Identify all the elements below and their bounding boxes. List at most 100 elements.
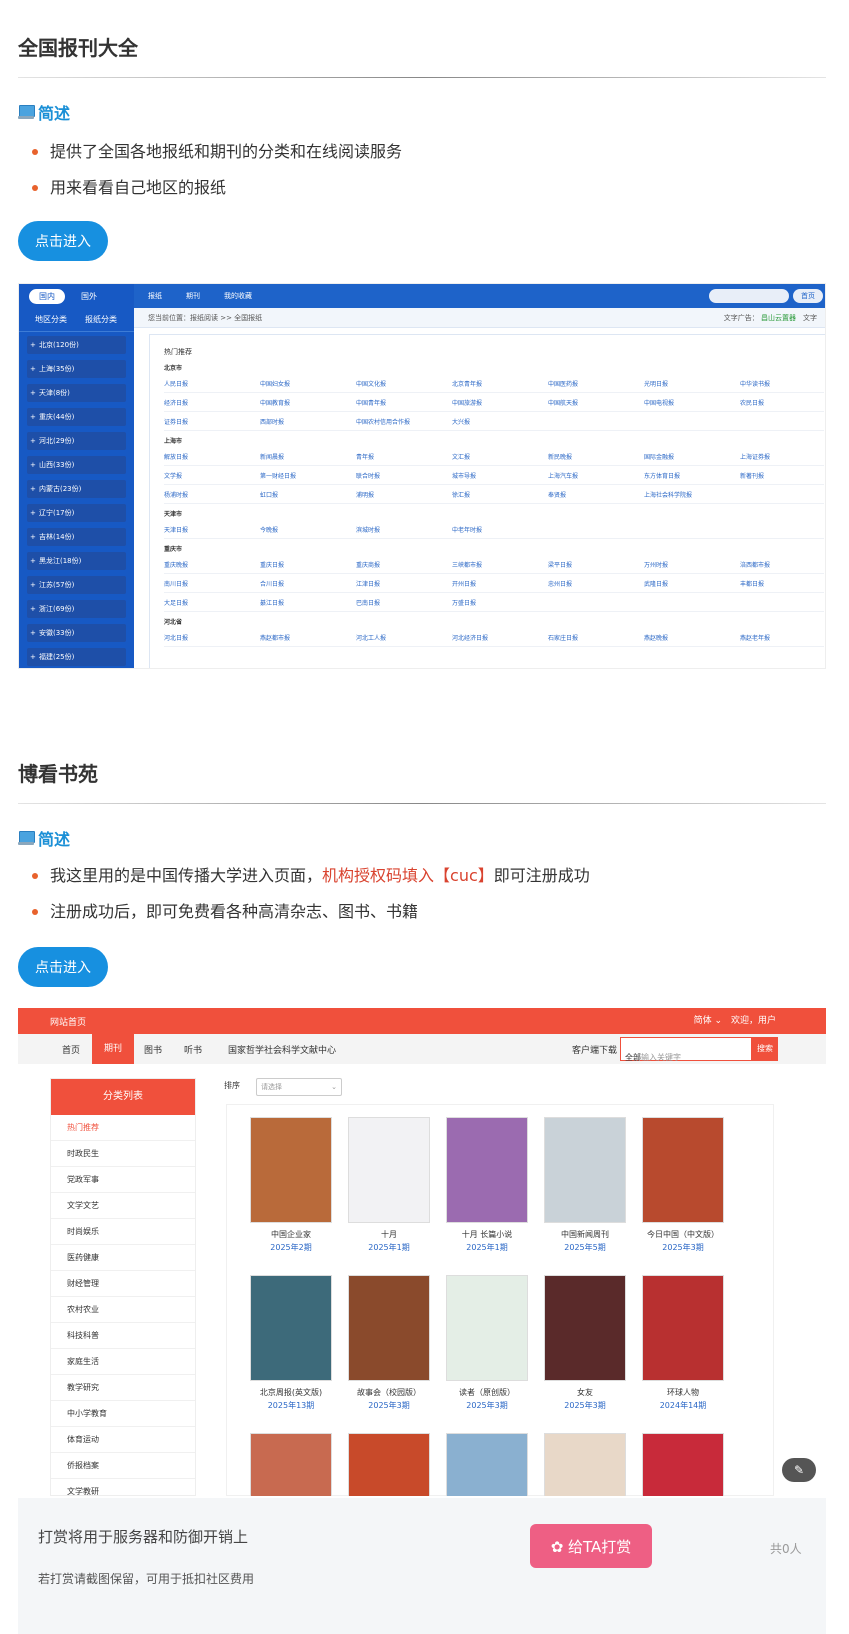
newspaper-link: 河北工人报 (356, 635, 387, 642)
enter-button[interactable]: 点击进入 (18, 221, 108, 261)
province-item: 福建(25份) (27, 648, 126, 666)
site-topbar: 网站首页 简体 ⌄ 欢迎，用户 (18, 1008, 826, 1034)
newspaper-link: 燕赵晚报 (644, 635, 669, 642)
magazine-cover (250, 1117, 332, 1223)
newspaper-link: 浦明报 (356, 492, 375, 499)
magazine-item: 读者（原创版） 2025年3期 (437, 1275, 537, 1411)
province-item: 江苏(57份) (27, 576, 126, 594)
summary-heading: 简述 (18, 100, 70, 124)
newspaper-row: 天津日报 今晚报 滨城时报 中老年时报 (164, 521, 824, 539)
newspaper-link: 重庆晚报 (164, 562, 189, 569)
newspaper-link: 南川日报 (164, 581, 189, 588)
divider (18, 803, 826, 804)
newspaper-link: 虹口报 (260, 492, 279, 499)
city-label: 天津市 (164, 511, 183, 518)
newspaper-link: 中国医药报 (548, 381, 579, 388)
magic-wand-icon[interactable]: ✎ (782, 1458, 816, 1482)
computer-icon (18, 831, 35, 845)
reward-title: 打赏将用于服务器和防御开销上 (38, 1528, 249, 1546)
category-item: 文学教研 (51, 1479, 195, 1496)
newspaper-link: 中国妇女报 (260, 381, 291, 388)
sort-label: 排序 (224, 1081, 240, 1090)
hot-label: 热门推荐 (164, 348, 192, 356)
magazine-issue: 2025年1期 (466, 1243, 508, 1252)
newspaper-row: 重庆晚报 重庆日报 重庆商报 三峡都市报 梁平日报 万州时报 涪西都市报 (164, 556, 824, 574)
newspaper-link: 河北日报 (164, 635, 189, 642)
newspaper-row: 河北日报 燕赵都市报 河北工人报 河北经济日报 石家庄日报 燕赵晚报 燕赵老年报 (164, 629, 824, 647)
list-item: 我这里用的是中国传播大学进入页面，机构授权码填入【cuc】即可注册成功 (30, 858, 590, 894)
newspaper-link: 经济日报 (164, 400, 189, 407)
category-item: 文学文艺 (51, 1193, 195, 1219)
reward-button[interactable]: ✿ 给TA打赏 (530, 1524, 652, 1568)
category-item: 科技科普 (51, 1323, 195, 1349)
province-item: 天津(8份) (27, 384, 126, 402)
newspaper-link: 燕赵老年报 (740, 635, 771, 642)
magazine-cover (642, 1275, 724, 1381)
category-item: 农村农业 (51, 1297, 195, 1323)
newspaper-link: 中华读书报 (740, 381, 771, 388)
newspaper-link: 重庆日报 (260, 562, 285, 569)
category-item: 医药健康 (51, 1245, 195, 1271)
category-item: 体育运动 (51, 1427, 195, 1453)
category-header: 分类列表 (51, 1079, 195, 1115)
magazine-cover (348, 1117, 430, 1223)
newspaper-link: 三峡都市报 (452, 562, 483, 569)
magazine-item: 女友 2025年3期 (535, 1275, 635, 1411)
newspaper-link: 徐汇报 (452, 492, 471, 499)
breadcrumb-text: 您当前位置：报纸阅读 >> 全国报纸 (148, 314, 263, 322)
magazine-cover (544, 1433, 626, 1496)
section-title: 博看书苑 (18, 762, 98, 786)
newspaper-link: 梁平日报 (548, 562, 573, 569)
newspaper-link: 证券日报 (164, 419, 189, 426)
text: 我这里用的是中国传播大学进入页面， (50, 866, 323, 885)
client-download: 客户端下载 (572, 1046, 618, 1056)
magazine-issue: 2025年2期 (270, 1243, 312, 1252)
magazine-item: 环球人物 2024年14期 (633, 1275, 733, 1411)
category-item: 中小学教育 (51, 1401, 195, 1427)
search-box (709, 289, 789, 303)
newspaper-link: 新著刊报 (740, 473, 765, 480)
tab-type: 报纸分类 (85, 315, 117, 324)
enter-button[interactable]: 点击进入 (18, 947, 108, 987)
magazine-item: 北京周报(英文版) 2025年13期 (241, 1275, 341, 1411)
magazine-cover (446, 1433, 528, 1496)
newspaper-link: 文汇报 (452, 454, 471, 461)
list-item: 用来看看自己地区的报纸 (30, 170, 402, 206)
newspaper-link: 西部时报 (260, 419, 285, 426)
category-item: 党政军事 (51, 1167, 195, 1193)
search-button: 搜索 (752, 1037, 778, 1061)
magazine-cover (446, 1117, 528, 1223)
summary-heading: 简述 (18, 826, 70, 850)
magazine-cover (544, 1117, 626, 1223)
nav-audio: 听书 (184, 1046, 203, 1056)
newspaper-link: 上海证券报 (740, 454, 771, 461)
city-label: 河北省 (164, 619, 183, 626)
newspaper-link: 武隆日报 (644, 581, 669, 588)
province-item: 山西(33份) (27, 456, 126, 474)
ad-link: 昌山云置器 (761, 314, 796, 322)
page: 全国报刊大全 简述 提供了全国各地报纸和期刊的分类和在线阅读服务 用来看看自己地… (0, 0, 849, 1634)
sort-select: 请选择 ⌄ (256, 1078, 342, 1096)
newspaper-link: 上海汽车报 (548, 473, 579, 480)
site-home: 网站首页 (50, 1017, 87, 1028)
newspaper-link: 万州时报 (644, 562, 669, 569)
newspaper-row: 南川日报 合川日报 江津日报 开州日报 忠州日报 武隆日报 丰都日报 (164, 575, 824, 593)
magazine-cover (250, 1275, 332, 1381)
magazine-issue: 2025年3期 (662, 1243, 704, 1252)
search-box: 全部 请输入关键字 (620, 1037, 752, 1062)
newspaper-link: 开州日报 (452, 581, 477, 588)
magazine-issue: 2025年1期 (368, 1243, 410, 1252)
list-item: 注册成功后，即可免费看各种高清杂志、图书、书籍 (30, 894, 590, 930)
computer-icon (18, 105, 35, 119)
province-item: 重庆(44份) (27, 408, 126, 426)
newspaper-link: 大足日报 (164, 600, 189, 607)
sort-placeholder: 请选择 (261, 1083, 282, 1091)
magazine-cover (642, 1117, 724, 1223)
magazine-item: 中国企业家 2025年2期 (241, 1117, 341, 1253)
newspaper-link: 第一财经日报 (260, 473, 297, 480)
magazine-title: 环球人物 (667, 1388, 699, 1397)
newspaper-link: 大兴报 (452, 419, 471, 426)
magazine-item: 十月 长篇小说 2025年1期 (437, 1117, 537, 1253)
province-item: 上海(35份) (27, 360, 126, 378)
newspaper-link: 中国文化报 (356, 381, 387, 388)
